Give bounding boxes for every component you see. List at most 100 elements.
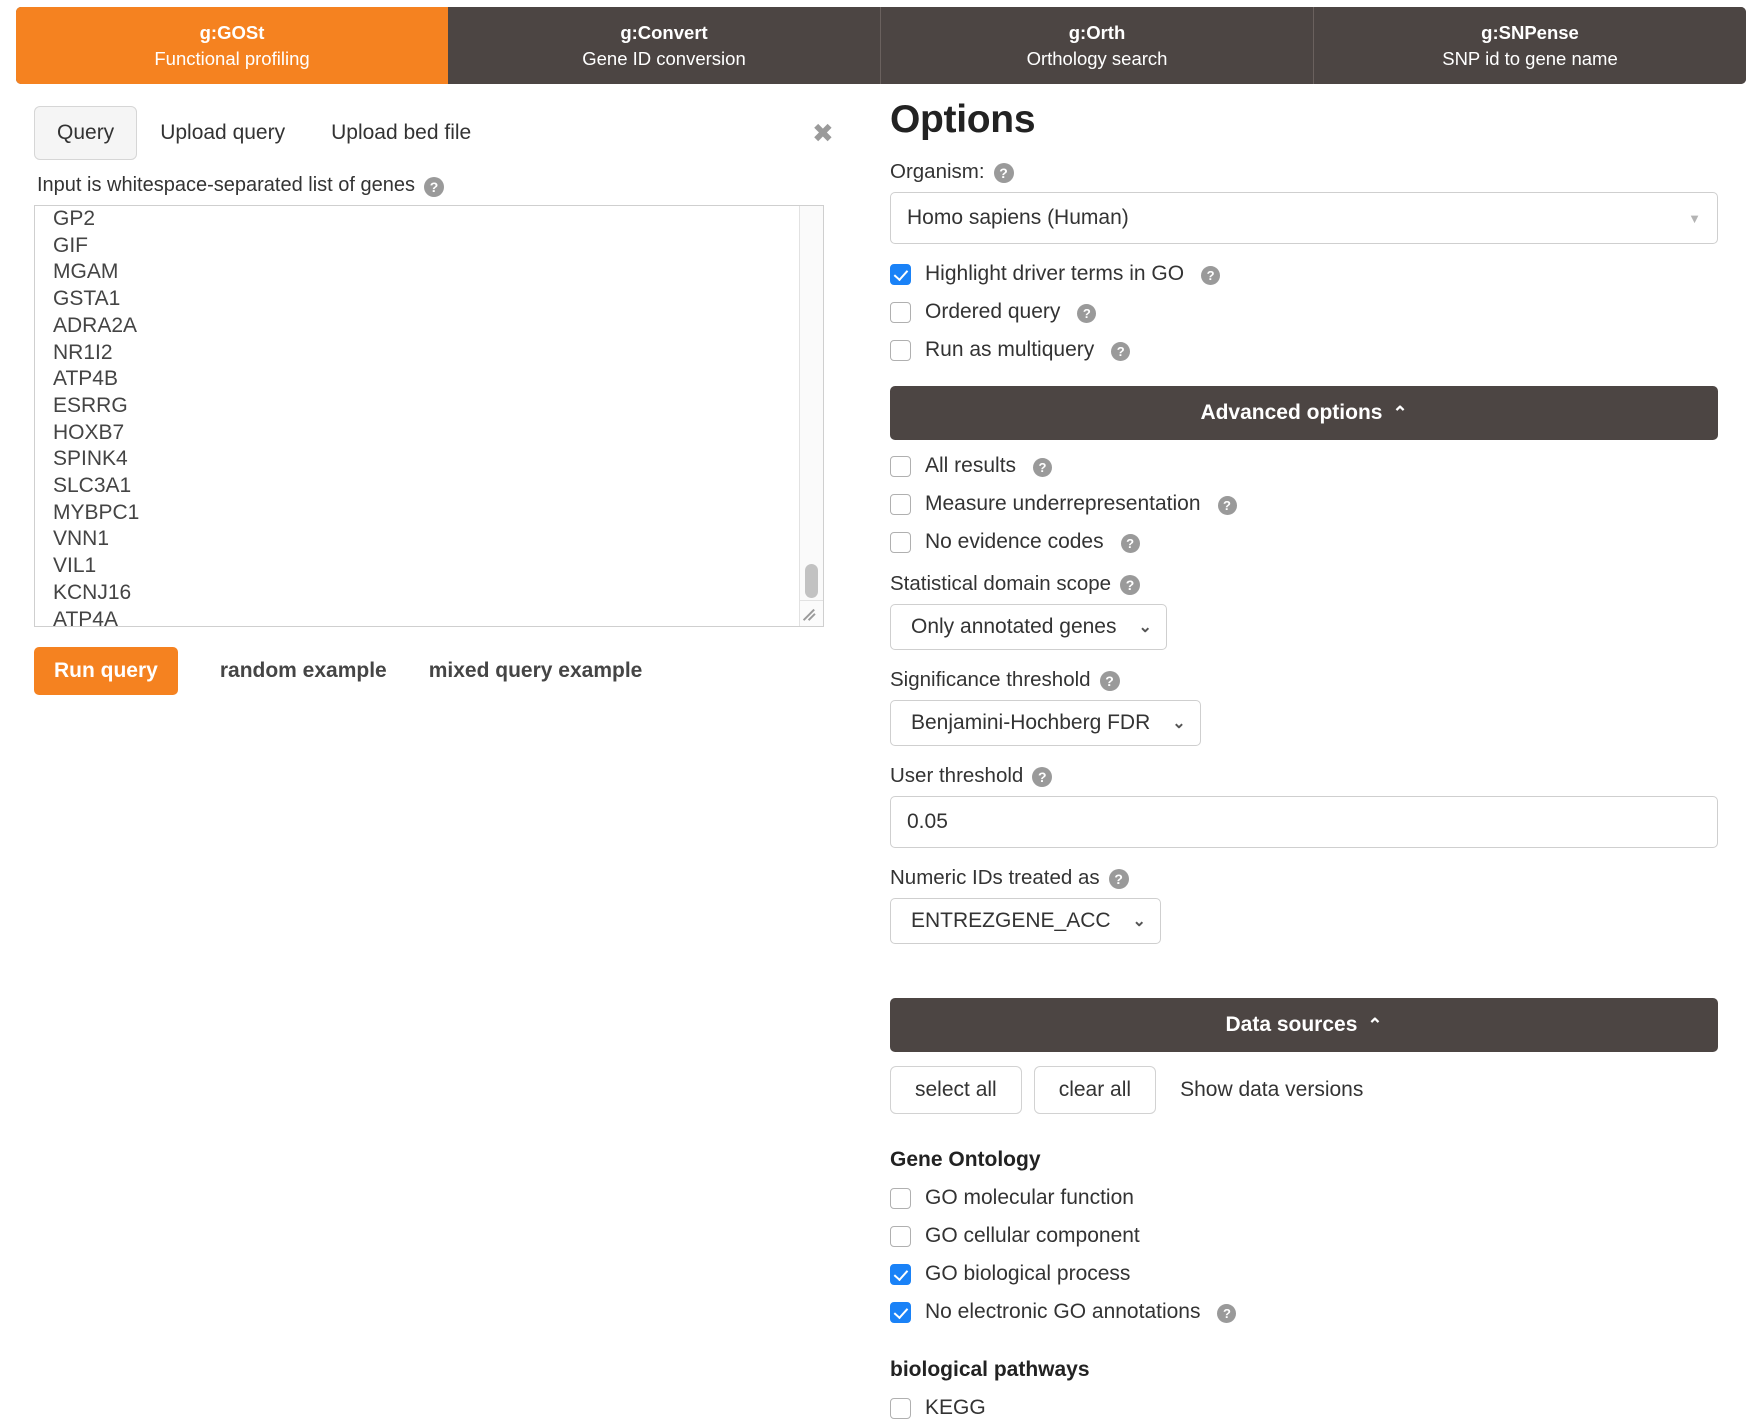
checkbox[interactable] [890, 339, 911, 361]
source-no-electronic-go-annotations[interactable]: No electronic GO annotations ? [890, 1300, 1762, 1324]
checkbox[interactable] [890, 531, 911, 553]
subtab-query[interactable]: Query [34, 106, 138, 160]
option-measure-underrepresentation[interactable]: Measure underrepresentation ? [890, 492, 1762, 516]
query-textarea-wrapper[interactable]: GP2 GIF MGAM GSTA1 ADRA2A NR1I2 ATP4B ES… [34, 205, 824, 627]
significance-threshold-select[interactable]: Benjamini-Hochberg FDR ⌄ [890, 700, 1201, 746]
option-highlight-driver-terms[interactable]: Highlight driver terms in GO ? [890, 262, 1762, 286]
option-label: Ordered query [925, 300, 1061, 323]
tab-subtitle: Gene ID conversion [582, 48, 746, 69]
domain-scope-label-row: Statistical domain scope ? [890, 572, 1762, 596]
option-all-results[interactable]: All results ? [890, 454, 1762, 478]
checkbox[interactable] [890, 493, 911, 515]
chevron-down-icon: ⌄ [1172, 715, 1186, 732]
select-all-button[interactable]: select all [890, 1066, 1022, 1114]
numeric-ids-label: Numeric IDs treated as [890, 866, 1100, 889]
help-icon[interactable]: ? [424, 176, 444, 197]
tab-gprofiler-gorth[interactable]: g:Orth Orthology search [881, 7, 1314, 84]
numeric-ids-value: ENTREZGENE_ACC [911, 909, 1111, 932]
mixed-query-example-link[interactable]: mixed query example [429, 659, 643, 683]
help-icon[interactable]: ? [1120, 533, 1140, 553]
advanced-options-checklist: All results ? Measure underrepresentatio… [890, 454, 1762, 554]
organism-label: Organism: [890, 160, 985, 183]
help-icon[interactable]: ? [1032, 767, 1053, 787]
help-icon[interactable]: ? [1111, 341, 1131, 361]
checkbox[interactable] [890, 263, 911, 285]
numeric-ids-select[interactable]: ENTREZGENE_ACC ⌄ [890, 898, 1161, 944]
checkbox[interactable] [890, 455, 911, 477]
help-icon[interactable]: ? [1099, 671, 1120, 691]
advanced-options-toggle[interactable]: Advanced options ⌃ [890, 386, 1718, 440]
tab-subtitle: Functional profiling [154, 48, 310, 69]
checkbox[interactable] [890, 1397, 911, 1419]
option-no-evidence-codes[interactable]: No evidence codes ? [890, 530, 1762, 554]
subtab-upload-query[interactable]: Upload query [137, 106, 308, 160]
option-label: Highlight driver terms in GO [925, 262, 1185, 285]
primary-options-checklist: Highlight driver terms in GO ? Ordered q… [890, 262, 1762, 362]
tab-gprofiler-gconvert[interactable]: g:Convert Gene ID conversion [448, 7, 881, 84]
organism-select[interactable]: Homo sapiens (Human) ▼ [890, 192, 1718, 244]
data-sources-label: Data sources [1225, 1013, 1358, 1036]
subtab-upload-bed-file[interactable]: Upload bed file [308, 106, 494, 160]
checkbox[interactable] [890, 1263, 911, 1285]
tab-gprofiler-gost[interactable]: g:GOSt Functional profiling [16, 7, 448, 84]
help-icon[interactable]: ? [1120, 575, 1141, 595]
chevron-down-icon: ⌄ [1132, 913, 1146, 930]
options-panel: ✖ Options Organism: ? Homo sapiens (Huma… [812, 84, 1762, 1428]
scrollbar-thumb[interactable] [805, 564, 818, 598]
query-hint-text: Input is whitespace-separated list of ge… [37, 174, 415, 196]
advanced-options-label: Advanced options [1200, 401, 1383, 424]
source-go-molecular-function[interactable]: GO molecular function [890, 1186, 1762, 1210]
checkbox[interactable] [890, 1225, 911, 1247]
options-title: Options [890, 98, 1036, 141]
biological-pathways-checklist: KEGG Reactome [890, 1396, 1762, 1428]
tab-subtitle: Orthology search [1026, 48, 1168, 69]
option-label: All results [925, 454, 1017, 477]
source-label: GO molecular function [925, 1186, 1134, 1209]
help-icon[interactable]: ? [1201, 265, 1221, 285]
textarea-resize-handle[interactable] [799, 600, 823, 626]
option-label: No evidence codes [925, 530, 1104, 553]
group-title-gene-ontology: Gene Ontology [890, 1148, 1041, 1171]
domain-scope-value: Only annotated genes [911, 615, 1117, 638]
numeric-ids-label-row: Numeric IDs treated as ? [890, 866, 1762, 890]
significance-label-row: Significance threshold ? [890, 668, 1762, 692]
checkbox[interactable] [890, 301, 911, 323]
help-icon[interactable]: ? [1217, 1303, 1237, 1323]
query-hint-row: Input is whitespace-separated list of ge… [37, 174, 860, 197]
option-ordered-query[interactable]: Ordered query ? [890, 300, 1762, 324]
user-threshold-input[interactable]: 0.05 [890, 796, 1718, 848]
random-example-link[interactable]: random example [220, 659, 387, 683]
domain-scope-label: Statistical domain scope [890, 572, 1112, 595]
option-run-as-multiquery[interactable]: Run as multiquery ? [890, 338, 1762, 362]
query-subtab-bar: Query Upload query Upload bed file [34, 106, 860, 160]
significance-label: Significance threshold [890, 668, 1091, 691]
chevron-up-icon: ⌃ [1367, 1014, 1383, 1035]
gene-ontology-checklist: GO molecular function GO cellular compon… [890, 1186, 1762, 1324]
data-sources-toggle[interactable]: Data sources ⌃ [890, 998, 1718, 1052]
help-icon[interactable]: ? [1033, 457, 1053, 477]
help-icon[interactable]: ? [1217, 495, 1237, 515]
option-label: Run as multiquery [925, 338, 1095, 361]
query-input[interactable]: GP2 GIF MGAM GSTA1 ADRA2A NR1I2 ATP4B ES… [35, 206, 783, 626]
domain-scope-select[interactable]: Only annotated genes ⌄ [890, 604, 1167, 650]
significance-value: Benjamini-Hochberg FDR [911, 711, 1151, 734]
query-textarea-scrollbar[interactable] [799, 206, 823, 600]
help-icon[interactable]: ? [1077, 303, 1097, 323]
help-icon[interactable]: ? [1108, 869, 1129, 889]
close-icon[interactable]: ✖ [812, 120, 834, 146]
tab-gprofiler-gsnpense[interactable]: g:SNPense SNP id to gene name [1314, 7, 1746, 84]
checkbox[interactable] [890, 1301, 911, 1323]
user-threshold-label-row: User threshold ? [890, 764, 1762, 788]
help-icon[interactable]: ? [993, 163, 1014, 183]
source-go-biological-process[interactable]: GO biological process [890, 1262, 1762, 1286]
source-go-cellular-component[interactable]: GO cellular component [890, 1224, 1762, 1248]
user-threshold-label: User threshold [890, 764, 1024, 787]
clear-all-button[interactable]: clear all [1033, 1066, 1157, 1114]
run-query-button[interactable]: Run query [34, 647, 178, 695]
chevron-up-icon: ⌃ [1392, 402, 1408, 423]
source-label: KEGG [925, 1396, 986, 1419]
show-data-versions-link[interactable]: Show data versions [1180, 1078, 1363, 1102]
page-columns: Query Upload query Upload bed file Input… [0, 84, 1762, 1428]
checkbox[interactable] [890, 1187, 911, 1209]
source-kegg[interactable]: KEGG [890, 1396, 1762, 1420]
